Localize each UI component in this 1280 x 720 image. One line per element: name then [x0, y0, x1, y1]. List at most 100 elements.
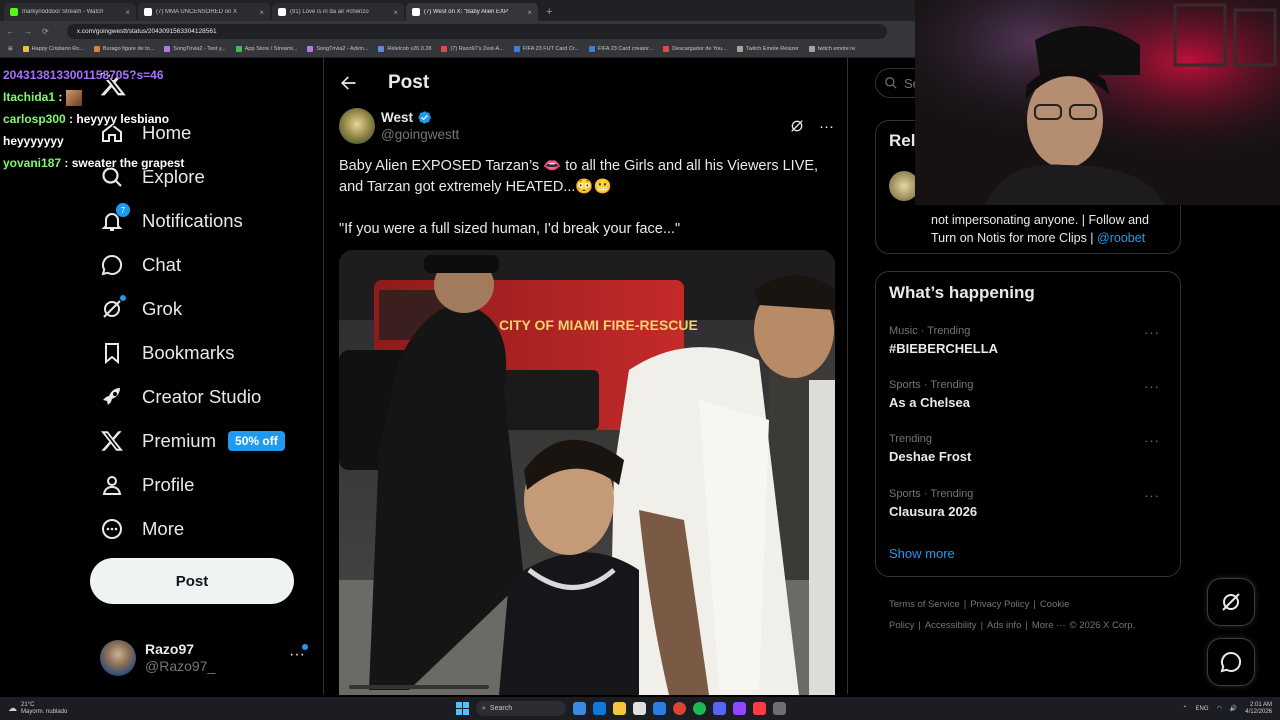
bookmark-item[interactable]: FIFA 23 FUT Card Cr...: [513, 46, 579, 52]
cloud-icon: ☁: [8, 703, 17, 713]
more-horizontal-icon[interactable]: ···: [1144, 379, 1160, 394]
footer-link[interactable]: More ···: [1032, 620, 1066, 631]
bookmark-item[interactable]: Happy Cristiano Ro...: [22, 46, 84, 52]
close-icon[interactable]: ×: [125, 8, 130, 17]
chat-text: : sweater the grapest: [61, 156, 185, 170]
volume-icon[interactable]: 🔊: [1230, 705, 1237, 712]
lang-indicator[interactable]: ENG: [1196, 706, 1209, 712]
forward-icon[interactable]: →: [24, 27, 32, 36]
taskbar-search[interactable]: ⌕ Search: [476, 701, 566, 716]
footer-divider: |: [980, 620, 984, 631]
new-tab-button[interactable]: +: [540, 6, 558, 21]
post-button[interactable]: Post: [90, 558, 294, 604]
weather-temp: 21°C: [21, 701, 35, 708]
footer-divider: |: [963, 599, 967, 610]
footer-link[interactable]: Privacy Policy: [970, 599, 1029, 610]
nav-item-creator-studio[interactable]: Creator Studio: [100, 383, 261, 411]
tweet-video[interactable]: CITY OF MIAMI FIRE-RESCUE: [339, 250, 835, 695]
browser-tab[interactable]: markynoddoor Stream - Watch ×: [4, 3, 136, 21]
bookmark-item[interactable]: FIFA 23 Card creator...: [588, 46, 653, 52]
bookmark-item[interactable]: SongTrivia2 - Advin...: [307, 46, 368, 52]
more-horizontal-icon[interactable]: ···: [1144, 325, 1160, 340]
nav-item-notifications[interactable]: 7 Notifications: [100, 203, 243, 235]
nav-item-chat[interactable]: Chat: [100, 251, 181, 279]
bookmark-item[interactable]: Twitch Emote Resizer: [736, 46, 799, 52]
bookmark-item[interactable]: App Store / Streami...: [235, 46, 297, 52]
account-name: Razo97: [145, 641, 195, 657]
author-avatar[interactable]: [339, 108, 375, 144]
wifi-icon[interactable]: ◠: [1217, 705, 1222, 712]
bookmark-label: (7) Razo97's Zest-A...: [450, 46, 504, 52]
browser-tab[interactable]: (7) West on X: "Baby Alien EXP ×: [406, 3, 538, 21]
messages-fab-button[interactable]: [1207, 638, 1255, 686]
chat-message: carlosp300 : heyyyy lesbiano: [3, 108, 184, 130]
trend-meta: Trending: [889, 433, 933, 445]
account-switcher[interactable]: Razo97 @Razo97_ ···: [100, 638, 315, 678]
back-icon[interactable]: ←: [6, 27, 14, 36]
browser-tab[interactable]: (7) MMA UNCENSORED on X ×: [138, 3, 270, 21]
bookmark-item[interactable]: Burago figure de to...: [93, 46, 154, 52]
nav-item-more[interactable]: More: [100, 515, 184, 543]
discord-icon[interactable]: [713, 702, 726, 715]
footer-link[interactable]: © 2026 X Corp.: [1070, 620, 1136, 631]
chat-text: : heyyyy lesbiano: [65, 112, 170, 126]
account-handle: @Razo97_: [145, 658, 216, 674]
taskbar-apps: ⌕ Search: [456, 701, 786, 716]
grok-fab-button[interactable]: [1207, 578, 1255, 626]
task-view-icon[interactable]: [573, 702, 586, 715]
notification-dot: [302, 644, 308, 650]
bookmark-item[interactable]: (7) Razo97's Zest-A...: [441, 46, 504, 52]
nav-item-grok[interactable]: Grok: [100, 294, 182, 323]
trend-item[interactable]: Trending Deshae Frost ···: [889, 433, 1169, 464]
tab-title: markynoddoor Stream - Watch: [22, 9, 104, 15]
apps-grid-icon[interactable]: ⊞: [8, 46, 13, 52]
nav-item-profile[interactable]: Profile: [100, 471, 194, 499]
nav-label: More: [142, 518, 185, 539]
spotify-icon[interactable]: [693, 702, 706, 715]
footer-link[interactable]: Terms of Service: [889, 599, 960, 610]
browser-tab[interactable]: (91) Love is in da air #chenzo ×: [272, 3, 404, 21]
nav-item-bookmarks[interactable]: Bookmarks: [100, 339, 235, 367]
trend-item[interactable]: Music · Trending #BIEBERCHELLA ···: [889, 325, 1169, 356]
reload-icon[interactable]: ⟳: [42, 27, 49, 36]
trend-meta: Music · Trending: [889, 325, 971, 337]
edge-icon[interactable]: [593, 702, 606, 715]
back-arrow-icon[interactable]: [338, 73, 358, 93]
bookmark-favicon-icon: [307, 46, 314, 52]
bio-link[interactable]: @roobet: [1097, 231, 1145, 245]
close-icon[interactable]: ×: [393, 8, 398, 17]
store-icon[interactable]: [633, 702, 646, 715]
chevron-up-icon[interactable]: ⌃: [1183, 705, 1188, 712]
more-horizontal-icon[interactable]: ···: [819, 118, 834, 135]
author-name[interactable]: West: [381, 109, 413, 126]
bookmark-item[interactable]: twitch emote re: [808, 46, 855, 52]
bookmark-item[interactable]: SongTrivia2 - Test y...: [164, 46, 226, 52]
show-more-link[interactable]: Show more: [889, 546, 955, 561]
bookmark-item[interactable]: Relelcob v26.0.28: [378, 46, 431, 52]
clock[interactable]: 2:01 AM 4/12/2026: [1245, 702, 1272, 716]
address-bar[interactable]: x.com/goingwestt/status/2043091563304128…: [66, 23, 887, 39]
music-icon[interactable]: [753, 702, 766, 715]
weather-widget[interactable]: ☁ 21°C Mayorm. nublado: [8, 702, 67, 716]
grok-icon[interactable]: [789, 118, 805, 134]
trend-item[interactable]: Sports · Trending Clausura 2026 ···: [889, 488, 1169, 519]
more-horizontal-icon[interactable]: ···: [1144, 488, 1160, 503]
chrome-icon[interactable]: [673, 702, 686, 715]
mail-icon[interactable]: [653, 702, 666, 715]
file-explorer-icon[interactable]: [613, 702, 626, 715]
close-icon[interactable]: ×: [259, 8, 264, 17]
bookmark-favicon-icon: [235, 46, 242, 52]
bookmark-item[interactable]: Descargador de You...: [663, 46, 727, 52]
trend-item[interactable]: Sports · Trending As a Chelsea ···: [889, 379, 1169, 410]
more-horizontal-icon[interactable]: ···: [1144, 433, 1160, 448]
avatar: [100, 640, 136, 676]
footer-link[interactable]: Accessibility: [925, 620, 977, 631]
tweet-text: Baby Alien EXPOSED Tarzan’s 👄 to all the…: [339, 156, 839, 261]
app-icon[interactable]: [773, 702, 786, 715]
obs-icon[interactable]: [733, 702, 746, 715]
author-handle[interactable]: @goingwestt: [381, 126, 459, 143]
footer-link[interactable]: Ads info: [987, 620, 1021, 631]
nav-item-premium[interactable]: Premium 50% off: [100, 427, 285, 455]
windows-start-icon[interactable]: [456, 702, 469, 715]
close-icon[interactable]: ×: [527, 8, 532, 17]
